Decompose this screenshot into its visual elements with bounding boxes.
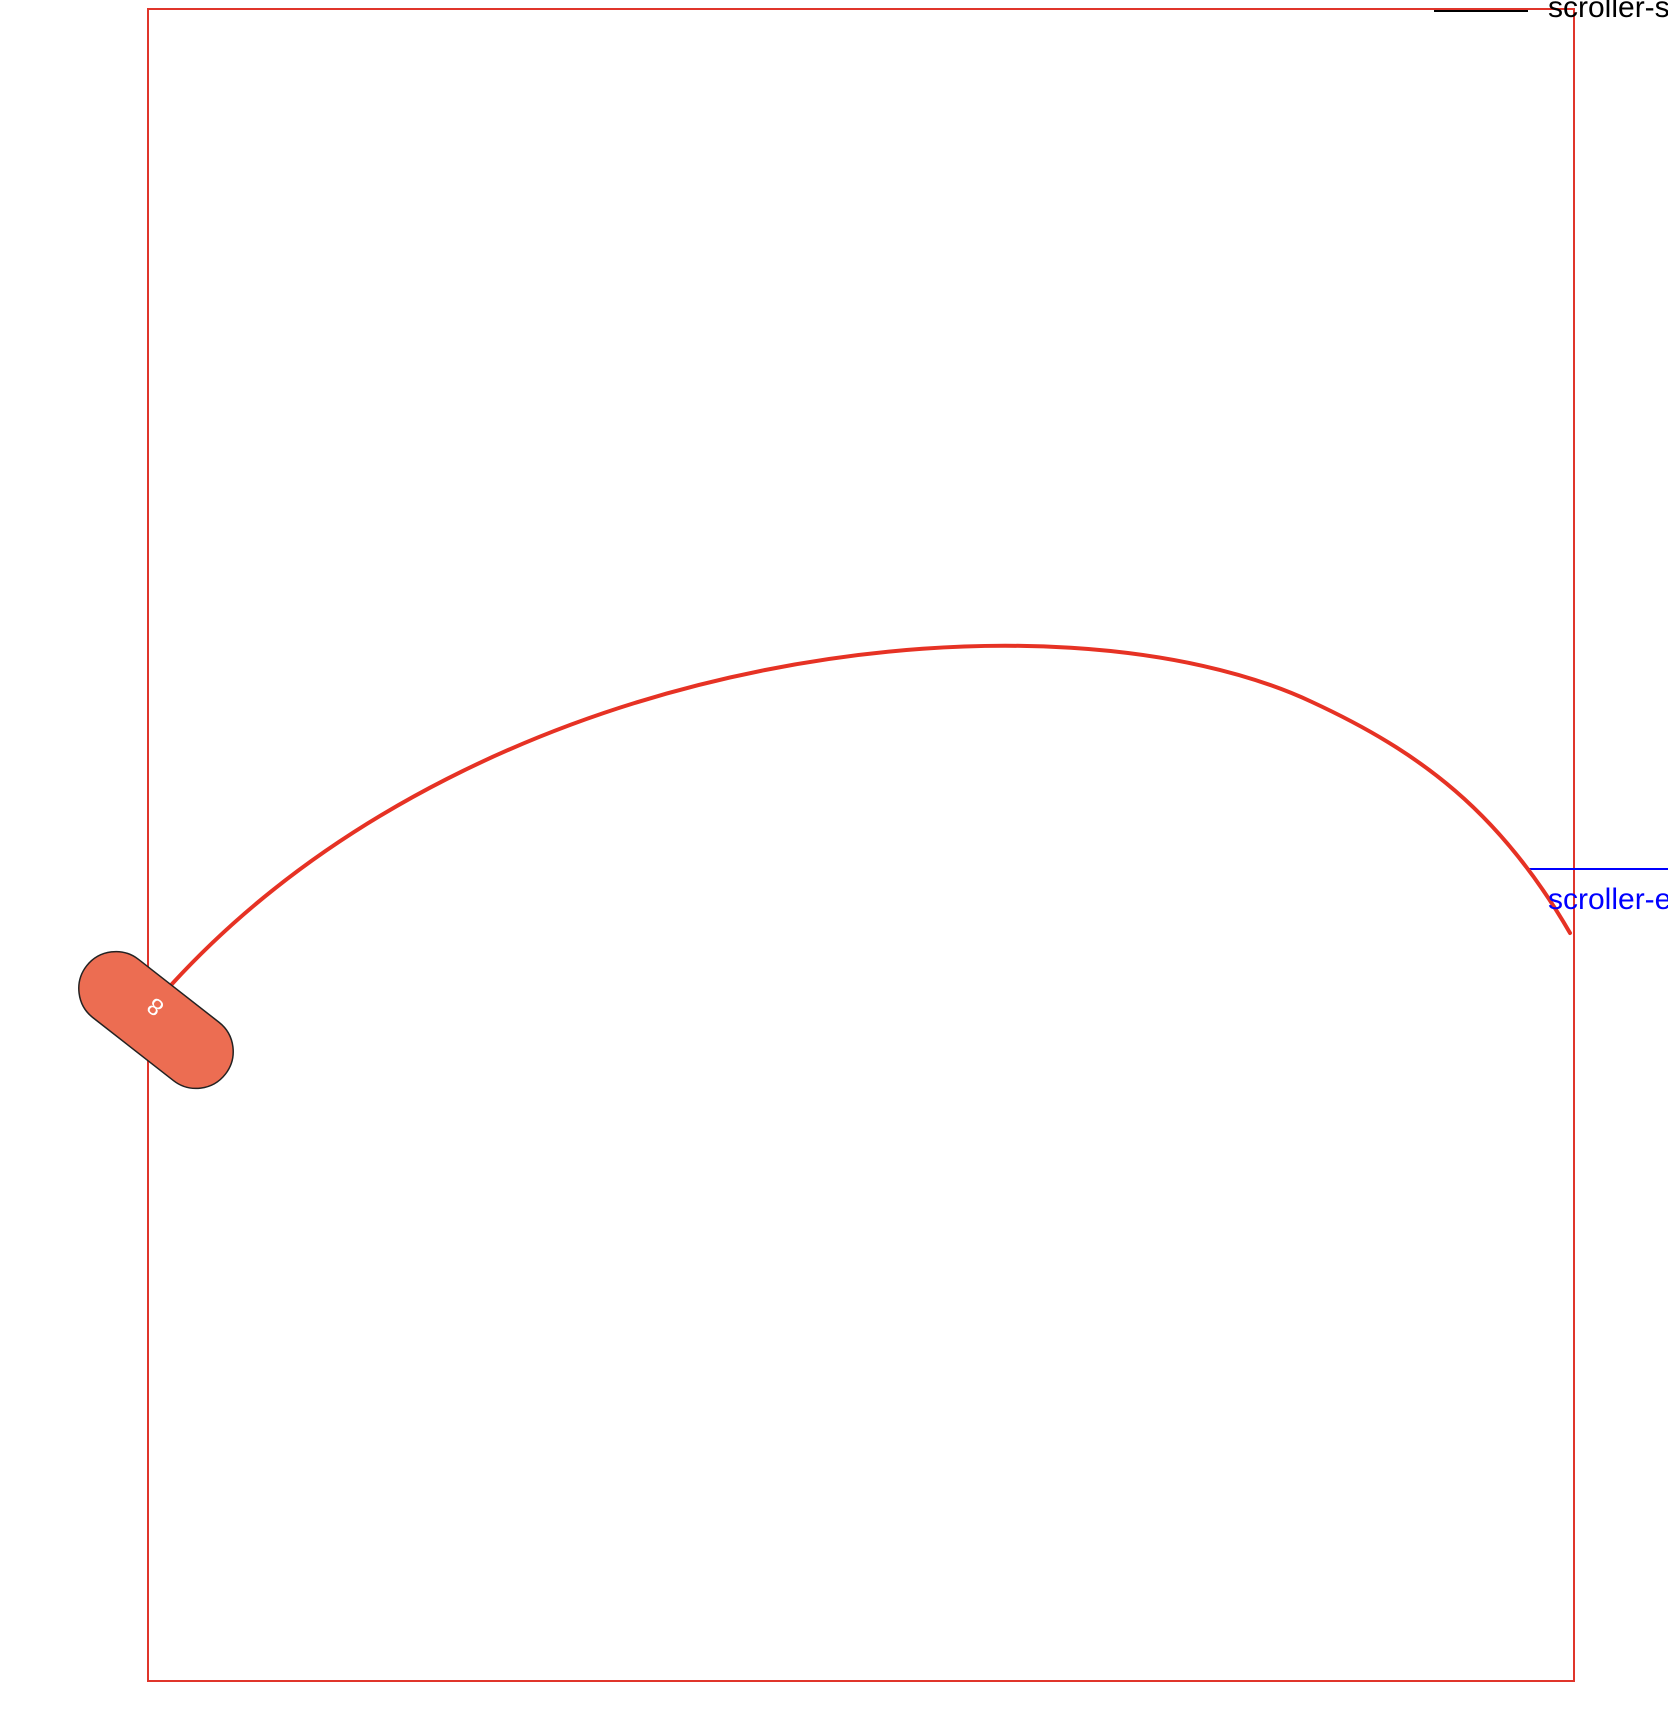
animation-stage [78, 8, 1668, 1682]
scroller-frame [147, 8, 1575, 1682]
motion-path-curve [170, 643, 1572, 986]
scroller-start-label: scroller-s [1548, 0, 1668, 24]
scroller-end-label: scroller-e [1548, 883, 1668, 916]
